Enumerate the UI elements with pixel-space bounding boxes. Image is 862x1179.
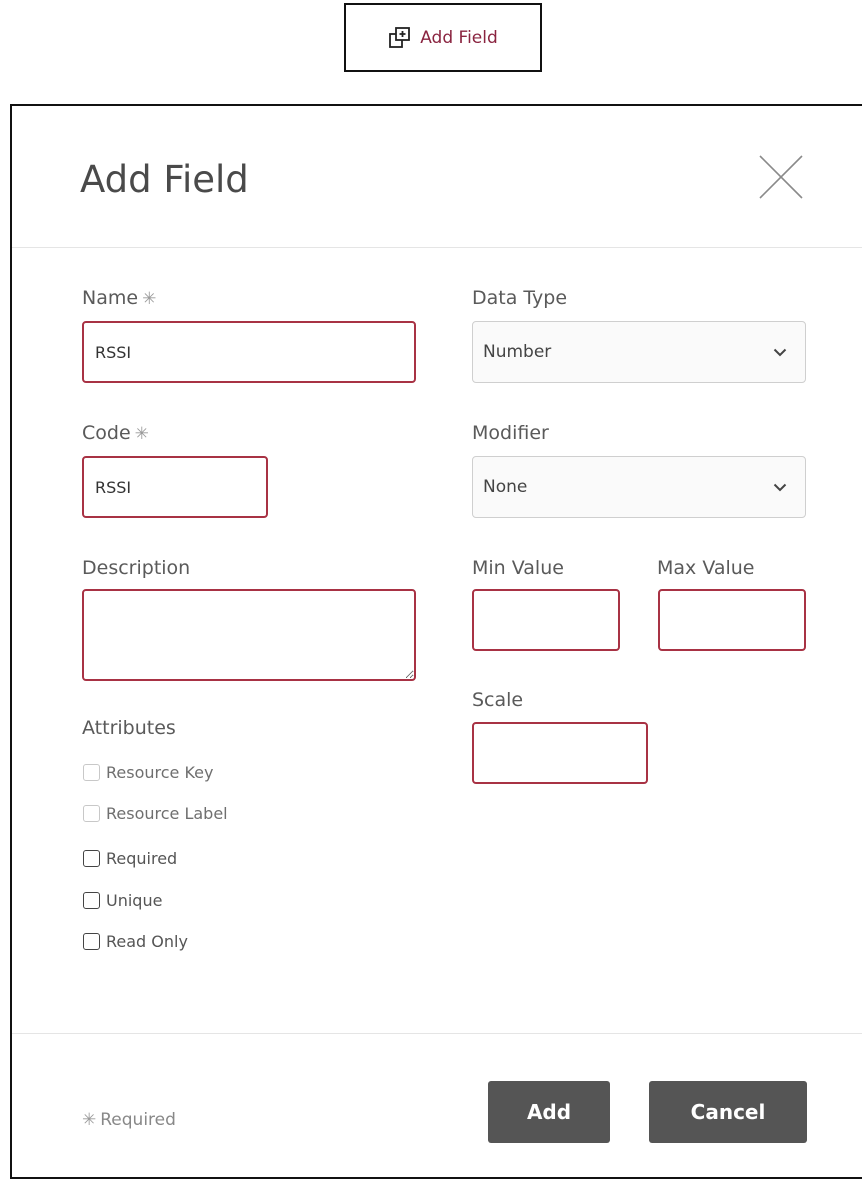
cancel-button[interactable]: Cancel xyxy=(649,1081,807,1143)
required-note: ✳ Required xyxy=(82,1110,176,1130)
required-option[interactable]: Required xyxy=(83,849,177,868)
close-button[interactable] xyxy=(758,154,804,200)
required-note-mark: ✳ xyxy=(82,1110,97,1130)
dialog-footer: ✳ Required Add Cancel xyxy=(12,1033,862,1173)
code-input[interactable] xyxy=(82,456,268,518)
resource-label-option: Resource Label xyxy=(83,804,228,823)
chevron-down-icon xyxy=(773,348,787,357)
modifier-select[interactable]: None xyxy=(472,456,806,518)
read-only-label: Read Only xyxy=(106,932,188,951)
data-type-select[interactable]: Number xyxy=(472,321,806,383)
resource-label-label: Resource Label xyxy=(106,804,228,823)
add-field-trigger-label: Add Field xyxy=(420,27,498,48)
add-field-trigger-button[interactable]: Add Field xyxy=(344,3,542,72)
required-label: Required xyxy=(106,849,178,868)
description-textarea[interactable] xyxy=(82,589,416,681)
name-input[interactable] xyxy=(82,321,416,383)
modifier-label: Modifier xyxy=(472,422,549,444)
scale-label: Scale xyxy=(472,689,524,711)
required-note-text: Required xyxy=(100,1110,176,1130)
scale-input[interactable] xyxy=(472,722,648,784)
max-value-input[interactable] xyxy=(658,589,806,651)
unique-option[interactable]: Unique xyxy=(83,891,162,910)
description-label: Description xyxy=(82,557,191,579)
code-label-text: Code xyxy=(82,422,131,444)
read-only-checkbox[interactable] xyxy=(83,933,100,950)
data-type-label: Data Type xyxy=(472,287,568,309)
name-label-text: Name xyxy=(82,287,139,309)
read-only-option[interactable]: Read Only xyxy=(83,932,188,951)
unique-checkbox[interactable] xyxy=(83,892,100,909)
resource-key-checkbox xyxy=(83,764,100,781)
resource-label-checkbox xyxy=(83,805,100,822)
modifier-value: None xyxy=(483,477,528,497)
add-field-icon xyxy=(388,26,412,50)
data-type-value: Number xyxy=(483,342,552,362)
attributes-heading: Attributes xyxy=(82,717,176,739)
dialog-title: Add Field xyxy=(80,158,249,201)
unique-label: Unique xyxy=(106,891,163,910)
resource-key-option: Resource Key xyxy=(83,763,213,782)
dialog-header: Add Field xyxy=(12,106,862,248)
code-label: Code ✳ xyxy=(82,422,149,444)
add-field-dialog: Add Field Name✳ Code✳ Description Data T… xyxy=(10,104,862,1179)
chevron-down-icon xyxy=(773,483,787,492)
name-required-mark: ✳ xyxy=(142,289,157,309)
resource-key-label: Resource Key xyxy=(106,763,214,782)
close-icon xyxy=(759,155,803,199)
code-required-mark: ✳ xyxy=(134,424,149,444)
add-button[interactable]: Add xyxy=(488,1081,610,1143)
required-checkbox[interactable] xyxy=(83,850,100,867)
min-value-input[interactable] xyxy=(472,589,620,651)
min-value-label: Min Value xyxy=(472,557,564,579)
name-label: Name ✳ xyxy=(82,287,156,309)
max-value-label: Max Value xyxy=(657,557,755,579)
